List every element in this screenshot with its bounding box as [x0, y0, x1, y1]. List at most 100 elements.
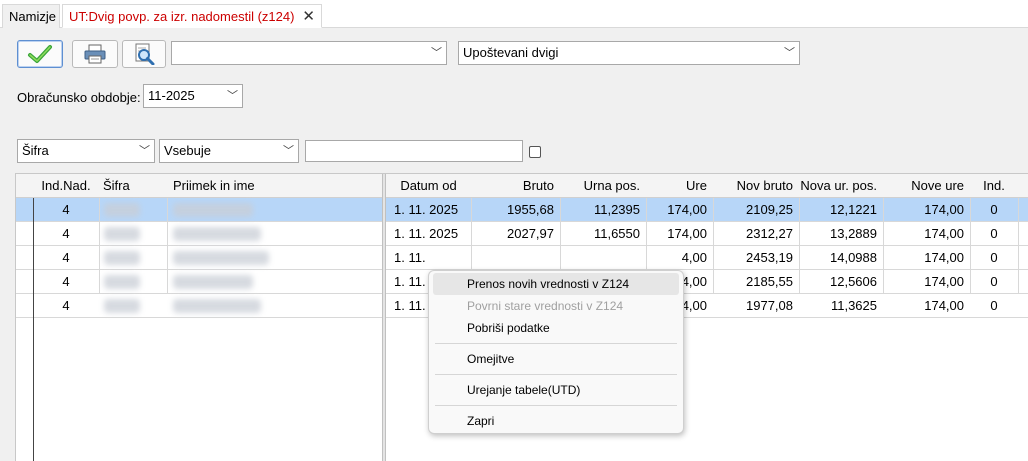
table-cell-datum[interactable]: 1. 11.	[386, 246, 471, 269]
confirm-button[interactable]	[17, 40, 63, 68]
table-cell-datum[interactable]: 1. 11. 2025	[386, 198, 471, 221]
tab-label: Namizje	[9, 9, 56, 24]
main-panel: ﹀ Upoštevani dvigi ﹀ Obračunsko obdobje:…	[0, 28, 1028, 461]
chevron-down-icon: ﹀	[283, 145, 294, 157]
table-cell-nova-urna[interactable]: 13,2889	[799, 222, 883, 245]
table-cell-bruto[interactable]: 1955,68	[471, 198, 560, 221]
raise-filter-select[interactable]: Upoštevani dvigi ﹀	[458, 41, 800, 65]
header-filler	[1018, 174, 1028, 198]
table-cell-nov-bruto[interactable]: 2312,27	[713, 222, 799, 245]
column-header-ure[interactable]: Ure	[646, 174, 713, 198]
table-cell-ure[interactable]: 4,00	[646, 246, 713, 269]
redacted-name	[173, 227, 261, 241]
redacted-name	[173, 251, 269, 265]
menu-item-zapri[interactable]: Zapri	[433, 410, 679, 432]
period-select[interactable]: 11-2025 ﹀	[143, 84, 243, 108]
checkmark-icon	[28, 45, 52, 63]
table-cell-ure[interactable]: 174,00	[646, 222, 713, 245]
menu-item-pobrisi[interactable]: Pobriši podatke	[433, 317, 679, 339]
column-separator	[713, 198, 714, 294]
column-header-nove-ure[interactable]: Nove ure	[883, 174, 970, 198]
redacted-code	[104, 299, 140, 313]
column-header-priimek[interactable]: Priimek in ime	[167, 174, 382, 198]
pane-splitter[interactable]	[382, 174, 386, 461]
column-header-datum-od[interactable]: Datum od	[386, 174, 471, 198]
table-cell-ind-nad[interactable]: 4	[33, 246, 99, 269]
filter-checkbox[interactable]	[529, 146, 541, 158]
table-cell-urna[interactable]	[560, 246, 646, 269]
table-cell-ind[interactable]: 0	[970, 246, 1018, 269]
table-cell-bruto[interactable]	[471, 246, 560, 269]
table-cell-ind-nad[interactable]: 4	[33, 294, 99, 317]
table-cell-urna[interactable]: 11,6550	[560, 222, 646, 245]
table-cell-ind-nad[interactable]: 4	[33, 222, 99, 245]
table-cell-urna[interactable]: 11,2395	[560, 198, 646, 221]
table-cell-nova-urna[interactable]: 11,3625	[799, 294, 883, 317]
table-cell-nove-ure[interactable]: 174,00	[883, 198, 970, 221]
column-separator	[799, 198, 800, 294]
table-cell-nov-bruto[interactable]: 1977,08	[713, 294, 799, 317]
table-cell-ind[interactable]: 0	[970, 270, 1018, 293]
chevron-down-icon: ﹀	[431, 47, 442, 59]
column-header-ind[interactable]: Ind.	[970, 174, 1018, 198]
redacted-code	[104, 203, 140, 217]
table-cell-nov-bruto[interactable]: 2453,19	[713, 246, 799, 269]
column-header-urna-pos[interactable]: Urna pos.	[560, 174, 646, 198]
table-cell-nova-urna[interactable]: 14,0988	[799, 246, 883, 269]
redacted-code	[104, 227, 140, 241]
table-cell-datum[interactable]: 1. 11. 2025	[386, 222, 471, 245]
tab-label: UT:Dvig povp. za izr. nadomestil (z124)	[69, 9, 295, 24]
menu-separator	[435, 374, 677, 375]
menu-item-urejanje[interactable]: Urejanje tabele(UTD)	[433, 379, 679, 401]
column-separator	[970, 198, 971, 294]
filter-field-value: Šifra	[22, 143, 49, 158]
chevron-down-icon: ﹀	[784, 47, 795, 59]
table-cell-nove-ure[interactable]: 174,00	[883, 222, 970, 245]
table-cell-nove-ure[interactable]: 174,00	[883, 294, 970, 317]
column-header-nov-bruto[interactable]: Nov bruto	[713, 174, 799, 198]
table-cell-nov-bruto[interactable]: 2185,55	[713, 270, 799, 293]
table-cell-ind-nad[interactable]: 4	[33, 198, 99, 221]
table-cell-nova-urna[interactable]: 12,1221	[799, 198, 883, 221]
column-separator	[1018, 198, 1019, 294]
table-cell-nova-urna[interactable]: 12,5606	[799, 270, 883, 293]
report-select[interactable]: ﹀	[171, 41, 447, 65]
table-cell-ind[interactable]: 0	[970, 222, 1018, 245]
table-cell-nov-bruto[interactable]: 2109,25	[713, 198, 799, 221]
menu-item-povrni[interactable]: Povrni stare vrednosti v Z124	[433, 295, 679, 317]
column-separator	[883, 198, 884, 294]
chevron-down-icon: ﹀	[139, 145, 150, 157]
column-header-bruto[interactable]: Bruto	[471, 174, 560, 198]
print-button[interactable]	[72, 40, 118, 68]
column-header-nova-ur-pos[interactable]: Nova ur. pos.	[799, 174, 883, 198]
table-cell-nove-ure[interactable]: 174,00	[883, 270, 970, 293]
column-separator	[167, 198, 168, 294]
close-icon[interactable]: ✕	[302, 5, 315, 29]
table-cell-nove-ure[interactable]: 174,00	[883, 246, 970, 269]
table-cell-ind-nad[interactable]: 4	[33, 270, 99, 293]
menu-separator	[435, 405, 677, 406]
column-header-sifra[interactable]: Šifra	[99, 174, 167, 198]
row-indicator-header	[16, 174, 33, 198]
redacted-name	[173, 275, 253, 289]
table-cell-ure[interactable]: 174,00	[646, 198, 713, 221]
redacted-code	[104, 275, 140, 289]
filter-operator-select[interactable]: Vsebuje ﹀	[159, 139, 299, 163]
tab-z124[interactable]: UT:Dvig povp. za izr. nadomestil (z124) …	[62, 4, 322, 28]
row-indicator-border	[33, 198, 34, 461]
table-cell-ind[interactable]: 0	[970, 294, 1018, 317]
tab-namizje[interactable]: Namizje	[2, 4, 60, 28]
filter-search-input[interactable]	[305, 140, 523, 162]
menu-item-omejitve[interactable]: Omejitve	[433, 348, 679, 370]
tab-bar: Namizje UT:Dvig povp. za izr. nadomestil…	[0, 0, 1028, 28]
column-header-ind-nad[interactable]: Ind.Nad.	[33, 174, 99, 198]
redacted-code	[104, 251, 140, 265]
context-menu: Prenos novih vrednosti v Z124 Povrni sta…	[428, 270, 684, 434]
menu-item-prenos[interactable]: Prenos novih vrednosti v Z124	[433, 273, 679, 295]
filter-field-select[interactable]: Šifra ﹀	[17, 139, 155, 163]
redacted-name	[173, 203, 253, 217]
print-preview-button[interactable]	[122, 40, 166, 68]
table-cell-ind[interactable]: 0	[970, 198, 1018, 221]
print-preview-icon	[135, 43, 155, 65]
table-cell-bruto[interactable]: 2027,97	[471, 222, 560, 245]
